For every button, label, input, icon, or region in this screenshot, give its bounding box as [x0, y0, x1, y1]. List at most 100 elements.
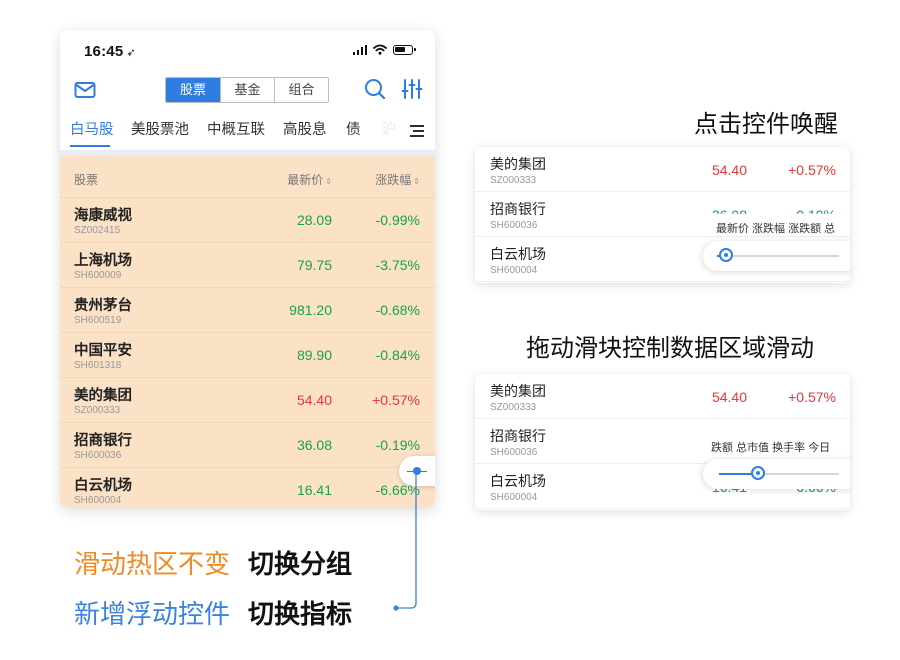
panel1-card: 美的集团 SZ000333 54.40 +0.57% 招商银行 SH600036… — [475, 147, 850, 283]
stock-code: SZ002415 — [74, 225, 121, 236]
header-name: 股票 — [74, 173, 99, 187]
table-row[interactable]: 美的集团 SZ000333 54.40 +0.57% — [60, 378, 435, 423]
stock-name: 白云机场 — [490, 246, 546, 262]
indicator-slider-popup[interactable] — [703, 241, 850, 271]
wifi-icon — [373, 44, 387, 55]
stock-price: 54.40 — [711, 162, 747, 178]
legend-hotzone: 滑动热区不变 切换分组 — [74, 544, 352, 581]
table-row[interactable]: 海康威视 SZ002415 28.09 -0.99% — [60, 198, 435, 243]
stock-change: +0.57% — [788, 389, 836, 405]
sort-icon: ⇕ — [325, 177, 332, 186]
phone-screen: 16:45 ➶ 股票 基金 组合 白马股 美股票池 中概互联 高股息 债 股票 … — [60, 30, 435, 508]
stock-price: 54.40 — [711, 389, 747, 405]
stock-price: 16.41 — [296, 482, 332, 498]
stock-code: SH600009 — [74, 270, 122, 281]
mail-icon[interactable] — [74, 80, 96, 100]
table-row[interactable]: 上海机场 SH600009 79.75 -3.75% — [60, 243, 435, 288]
stock-code: SZ000333 — [74, 405, 121, 416]
status-time: 16:45 ➶ — [84, 43, 136, 60]
stock-change: -0.19% — [375, 437, 420, 453]
search-icon[interactable] — [364, 78, 386, 100]
tab-active-underline — [70, 145, 110, 147]
segment-funds[interactable]: 基金 — [220, 78, 274, 102]
table-row[interactable]: 贵州茅台 SH600519 981.20 -0.68% — [60, 288, 435, 333]
indicator-slider-popup[interactable] — [703, 459, 850, 489]
table-row[interactable]: 白云机场 SH600004 16.41 -6.66% — [60, 468, 435, 508]
slider-knob[interactable] — [719, 248, 733, 262]
stock-name: 招商银行 — [490, 201, 546, 217]
tab-baima[interactable]: 白马股 — [70, 118, 114, 139]
segment-portfolios[interactable]: 组合 — [274, 78, 328, 102]
menu-icon[interactable] — [410, 125, 424, 137]
stock-name: 美的集团 — [490, 383, 546, 399]
stock-price: 79.75 — [296, 257, 332, 273]
stock-name: 招商银行 — [74, 433, 132, 449]
stock-change: +0.57% — [788, 162, 836, 178]
stock-code: SZ000333 — [490, 175, 537, 186]
status-bar: 16:45 ➶ — [60, 30, 435, 70]
list-item[interactable]: 美的集团 SZ000333 54.40 +0.57% — [475, 374, 850, 419]
table-row[interactable]: 中国平安 SH601318 89.90 -0.84% — [60, 333, 435, 378]
legend-floating-label: 新增浮动控件 — [74, 599, 231, 629]
stock-price: 89.90 — [296, 347, 332, 363]
stock-name: 中国平安 — [74, 343, 132, 359]
callout-connector-line — [393, 474, 417, 611]
indicator-labels: 跌额 总市值 换手率 今日 — [711, 442, 831, 454]
header-latest-price[interactable]: 最新价 ⇕ — [287, 171, 332, 188]
stock-code: SH600004 — [490, 265, 538, 276]
panel2-card: 美的集团 SZ000333 54.40 +0.57% 招商银行 SH600036… — [475, 374, 850, 510]
slider-knob[interactable] — [751, 466, 765, 480]
stock-name: 上海机场 — [74, 253, 132, 269]
stock-name: 海康威视 — [74, 208, 132, 224]
tab-us-stock-pool[interactable]: 美股票池 — [131, 118, 189, 139]
stock-name: 招商银行 — [490, 428, 546, 444]
list-item[interactable]: 美的集团 SZ000333 54.40 +0.57% — [475, 147, 850, 192]
slider-track — [721, 255, 839, 257]
battery-icon — [393, 44, 416, 55]
stock-price: 28.09 — [296, 212, 332, 228]
panel2-caption: 拖动滑块控制数据区域滑动 — [526, 335, 814, 362]
panel1-caption: 点击控件唤醒 — [694, 111, 838, 138]
tab-high-dividend[interactable]: 高股息 — [283, 118, 327, 139]
stock-code: SH600036 — [490, 220, 538, 231]
group-tabs: 白马股 美股票池 中概互联 高股息 债 沪 — [60, 118, 435, 148]
table-row[interactable]: 招商银行 SH600036 36.08 -0.19% — [60, 423, 435, 468]
category-segmented-control: 股票 基金 组合 — [165, 77, 329, 103]
legend-hotzone-label: 滑动热区不变 — [74, 549, 231, 579]
tab-china-concept-internet[interactable]: 中概互联 — [207, 118, 265, 139]
sort-icon: ⇕ — [413, 177, 420, 186]
stock-code: SH601318 — [74, 360, 122, 371]
indicator-labels: 最新价 涨跌幅 涨跌额 总 — [716, 223, 836, 235]
segment-stocks[interactable]: 股票 — [166, 78, 220, 102]
stock-change: -0.68% — [375, 302, 420, 318]
list-header: 股票 最新价 ⇕ 涨跌幅 ⇕ — [60, 158, 435, 198]
stock-code: SZ000333 — [490, 402, 537, 413]
toolbar: 股票 基金 组合 — [60, 74, 435, 106]
stock-change: -0.84% — [375, 347, 420, 363]
stock-code: SH600519 — [74, 315, 122, 326]
stock-change: -0.99% — [375, 212, 420, 228]
stock-price: 36.08 — [296, 437, 332, 453]
stock-name: 美的集团 — [74, 388, 132, 404]
filter-icon[interactable] — [401, 78, 423, 100]
location-arrow-icon: ➶ — [126, 47, 136, 59]
signal-icon — [352, 44, 367, 55]
stock-name: 白云机场 — [490, 473, 546, 489]
stock-code: SH600036 — [490, 447, 538, 458]
list-divider — [60, 150, 435, 156]
stock-name: 美的集团 — [490, 156, 546, 172]
stock-price: 54.40 — [296, 392, 332, 408]
stock-list: 股票 最新价 ⇕ 涨跌幅 ⇕ 海康威视 SZ002415 28.09 -0.99% 上海机场… — [60, 150, 435, 508]
stock-change: +0.57% — [372, 392, 420, 408]
tab-bonds[interactable]: 债 — [346, 118, 361, 139]
stock-price: 981.20 — [289, 302, 332, 318]
tab-fade-mask — [360, 118, 410, 146]
stock-code: SH600004 — [490, 492, 538, 503]
stock-name: 贵州茅台 — [74, 298, 132, 314]
legend-floating-control: 新增浮动控件 切换指标 — [74, 594, 352, 631]
list-item[interactable]: 招商银行 SH600036 跌额 总市值 换手率 今日 — [475, 419, 850, 464]
header-change-pct[interactable]: 涨跌幅 ⇕ — [375, 171, 420, 188]
stock-code: SH600036 — [74, 450, 122, 461]
legend-floating-action: 切换指标 — [248, 599, 353, 629]
stock-code: SH600004 — [74, 495, 122, 506]
